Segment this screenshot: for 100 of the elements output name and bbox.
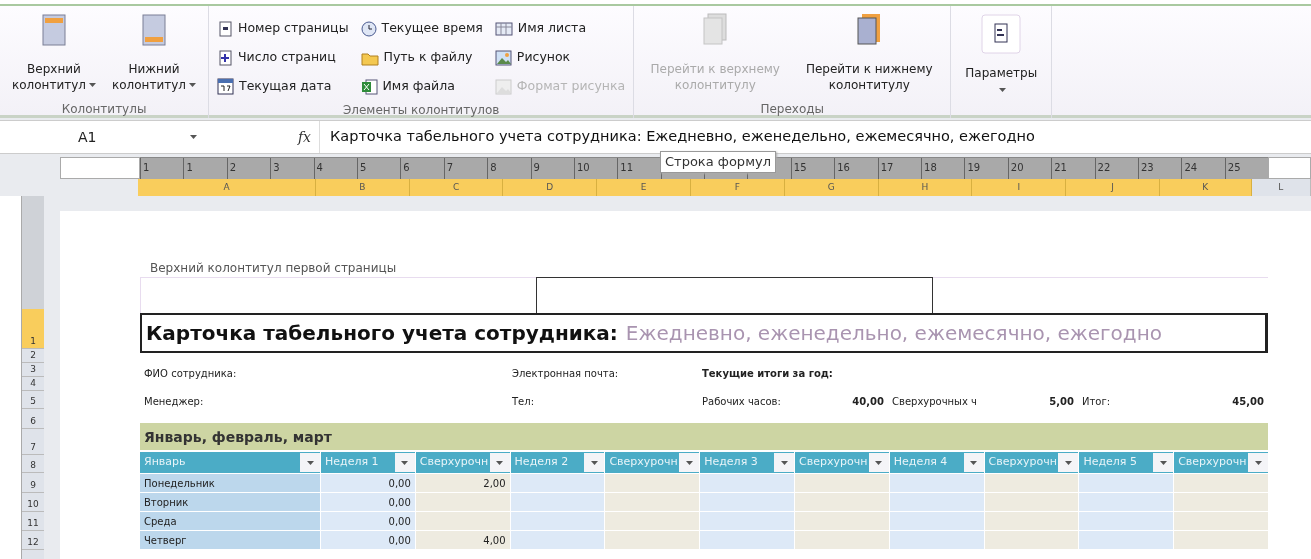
filter-button[interactable] bbox=[300, 453, 320, 472]
picture-icon bbox=[494, 49, 512, 66]
column-header[interactable]: F bbox=[691, 179, 785, 196]
column-header[interactable]: C bbox=[409, 179, 504, 196]
page-star-icon bbox=[217, 49, 233, 66]
info-label: Текущие итоги за год: bbox=[702, 366, 833, 381]
row-header[interactable]: 1 bbox=[22, 309, 44, 349]
row-header[interactable]: 3 bbox=[22, 363, 44, 377]
row-header[interactable]: 8 bbox=[22, 455, 44, 473]
table-cell: 0,00 bbox=[321, 474, 415, 492]
column-heading: Сверхурочн bbox=[609, 454, 678, 471]
table-cell: 2,00 bbox=[415, 474, 510, 492]
table-cell: 4,00 bbox=[415, 531, 510, 549]
column-header[interactable]: A bbox=[138, 179, 316, 196]
filter-button[interactable] bbox=[963, 453, 984, 472]
ribbon-button[interactable]: Имя листа bbox=[492, 14, 628, 43]
picture-icon bbox=[494, 78, 512, 95]
table-cell: 0,00 bbox=[321, 512, 415, 530]
filter-button[interactable] bbox=[1248, 453, 1268, 472]
info-label: Сверхурочных ч bbox=[892, 394, 978, 409]
column-header[interactable]: L bbox=[1251, 179, 1311, 196]
header-label: Верхний колонтитул первой страницы bbox=[149, 260, 398, 277]
filter-button[interactable] bbox=[489, 453, 510, 472]
column-header[interactable]: K bbox=[1159, 179, 1252, 196]
table-cell: 0,00 bbox=[321, 493, 415, 511]
column-header[interactable]: G bbox=[784, 179, 879, 196]
function-label[interactable]: fx bbox=[297, 126, 311, 148]
row-header[interactable]: 9 bbox=[22, 473, 44, 493]
sheet-subtitle: Ежедневно, еженедельно, ежемесячно, ежегодно bbox=[625, 320, 1162, 347]
caret-icon bbox=[875, 460, 883, 465]
column-heading: Неделя 3 bbox=[704, 454, 758, 471]
row-header[interactable]: 7 bbox=[22, 429, 44, 455]
caret-icon bbox=[89, 83, 96, 88]
column-header[interactable]: E bbox=[597, 179, 691, 196]
ribbon-button[interactable]: Перейти к нижнему колонтитулу bbox=[794, 8, 945, 100]
column-heading: Неделя 2 bbox=[514, 454, 569, 471]
header-section[interactable] bbox=[536, 277, 933, 313]
caret-icon bbox=[970, 460, 978, 465]
ribbon-button[interactable]: Нижний колонтитул bbox=[106, 8, 202, 100]
ribbon-button[interactable]: Имя файла bbox=[358, 72, 485, 101]
filter-button[interactable] bbox=[679, 453, 700, 472]
caret-icon bbox=[999, 87, 1007, 92]
info-label: Рабочих часов: bbox=[702, 394, 781, 409]
filter-button[interactable] bbox=[868, 453, 889, 472]
filter-button[interactable] bbox=[394, 453, 415, 472]
column-heading: Сверхурочн bbox=[799, 454, 868, 471]
filter-button[interactable] bbox=[584, 453, 605, 472]
caret-icon bbox=[780, 460, 788, 465]
row-header[interactable]: 10 bbox=[22, 493, 44, 512]
caret-icon bbox=[1254, 460, 1262, 465]
filter-button[interactable] bbox=[1058, 453, 1079, 472]
calendar-icon bbox=[217, 78, 234, 95]
formula-text: Карточка табельного учета сотрудника: Ежедневно, еженедельно, ежемесячно, ежегодно bbox=[329, 127, 1035, 147]
ribbon-button[interactable]: Число страниц bbox=[215, 43, 351, 72]
info-value: 5,00 bbox=[1049, 394, 1074, 409]
filter-button[interactable] bbox=[774, 453, 794, 472]
row-header[interactable]: 5 bbox=[22, 391, 44, 409]
ribbon-button[interactable]: Рисунок bbox=[492, 43, 628, 72]
column-header[interactable]: H bbox=[878, 179, 973, 196]
column-header[interactable]: B bbox=[315, 179, 410, 196]
row-header[interactable]: 4 bbox=[22, 377, 44, 391]
ribbon-button[interactable]: Путь к файлу bbox=[358, 43, 485, 72]
column-header[interactable]: J bbox=[1066, 179, 1160, 196]
column-heading: Сверхурочн bbox=[419, 454, 489, 471]
row-header[interactable]: 2 bbox=[22, 349, 44, 363]
row-header[interactable]: 12 bbox=[22, 531, 44, 550]
caret-icon bbox=[496, 460, 504, 465]
info-label: Тел: bbox=[512, 394, 535, 409]
document-icon bbox=[981, 14, 1022, 54]
clock-icon bbox=[360, 20, 377, 37]
sheet-icon bbox=[494, 20, 513, 37]
table-cell: Понедельник bbox=[140, 474, 320, 492]
spreadsheet-icon bbox=[360, 78, 378, 95]
title-cell[interactable]: Карточка табельного учета сотрудника: Ежедневно, еженедельно, ежемесячно, ежегодно bbox=[140, 313, 1268, 353]
ribbon-button[interactable]: Номер страницы bbox=[215, 14, 351, 43]
name-box[interactable]: A1 bbox=[78, 126, 97, 148]
table-cell: Вторник bbox=[140, 493, 320, 511]
info-label: Итог: bbox=[1082, 394, 1111, 409]
caret-icon bbox=[401, 460, 409, 465]
ribbon-button[interactable]: Верхний колонтитул bbox=[6, 8, 102, 100]
group-label: Элементы колонтитулов bbox=[341, 102, 501, 119]
filter-button[interactable] bbox=[1153, 453, 1174, 472]
caret-icon bbox=[1064, 460, 1072, 465]
column-header[interactable]: I bbox=[972, 179, 1067, 196]
row-header[interactable]: 11 bbox=[22, 512, 44, 531]
row-header[interactable]: 6 bbox=[22, 409, 44, 429]
column-heading: Неделя 4 bbox=[893, 454, 948, 471]
column-header[interactable]: D bbox=[503, 179, 598, 196]
caret-icon bbox=[190, 135, 197, 139]
tooltip: Строка формул bbox=[660, 151, 776, 173]
section-heading: Январь, февраль, март bbox=[140, 423, 1268, 450]
ribbon-button[interactable]: Параметры bbox=[957, 8, 1046, 100]
column-heading: Январь bbox=[144, 454, 186, 471]
info-label: Менеджер: bbox=[144, 394, 204, 409]
info-value: 45,00 bbox=[1232, 394, 1264, 409]
column-heading: Сверхурочн bbox=[1178, 454, 1247, 471]
column-heading: Неделя 1 bbox=[325, 454, 379, 471]
ribbon-button[interactable]: Текущая дата bbox=[215, 72, 351, 101]
column-heading: Неделя 5 bbox=[1083, 454, 1137, 471]
ribbon-button[interactable]: Текущее время bbox=[358, 14, 485, 43]
